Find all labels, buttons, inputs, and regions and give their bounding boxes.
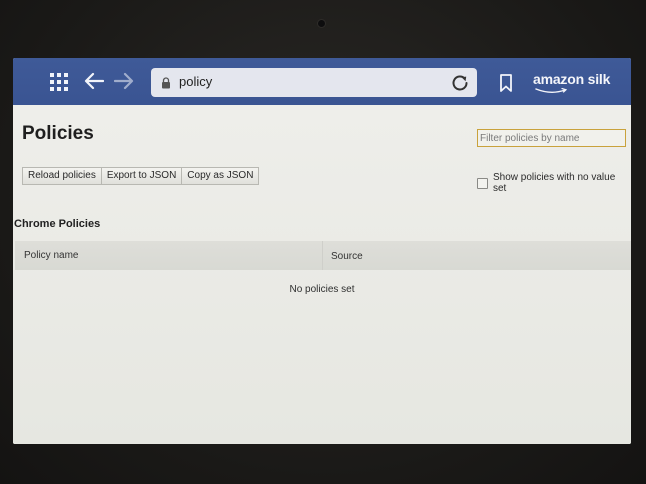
filter-policies-input[interactable] <box>477 129 626 147</box>
amazon-silk-logo: amazon silk <box>533 71 611 87</box>
lock-icon <box>161 76 171 89</box>
url-text[interactable]: policy <box>179 74 212 89</box>
apps-grid-icon[interactable] <box>49 72 69 92</box>
column-divider <box>322 241 323 270</box>
section-title: Chrome Policies <box>14 218 101 230</box>
brand-smile-icon <box>535 88 568 93</box>
export-json-button[interactable]: Export to JSON <box>100 167 183 185</box>
bookmark-icon[interactable] <box>497 72 515 94</box>
reload-icon[interactable] <box>449 72 471 94</box>
arrow-right-icon[interactable] <box>113 70 135 92</box>
device-screen: policy amazon silk Policies Reload polic… <box>13 58 631 444</box>
policy-page: Policies Reload policies Export to JSON … <box>13 105 631 444</box>
arrow-left-icon[interactable] <box>83 70 105 92</box>
address-bar[interactable]: policy <box>151 68 477 97</box>
page-title: Policies <box>22 123 94 144</box>
empty-table-message: No policies set <box>289 284 355 295</box>
action-buttons: Reload policies Export to JSON Copy as J… <box>22 167 260 185</box>
front-camera <box>318 20 325 27</box>
column-header-source: Source <box>331 251 363 262</box>
show-unset-toggle[interactable]: Show policies with no value set <box>477 172 631 194</box>
show-unset-checkbox[interactable] <box>477 177 488 189</box>
reload-policies-button[interactable]: Reload policies <box>22 167 102 185</box>
browser-toolbar: policy amazon silk <box>13 58 631 105</box>
copy-json-button[interactable]: Copy as JSON <box>181 167 260 185</box>
column-header-policy-name: Policy name <box>24 250 79 261</box>
policy-table-header: Policy name Source <box>15 241 631 270</box>
show-unset-label[interactable]: Show policies with no value set <box>493 172 631 194</box>
